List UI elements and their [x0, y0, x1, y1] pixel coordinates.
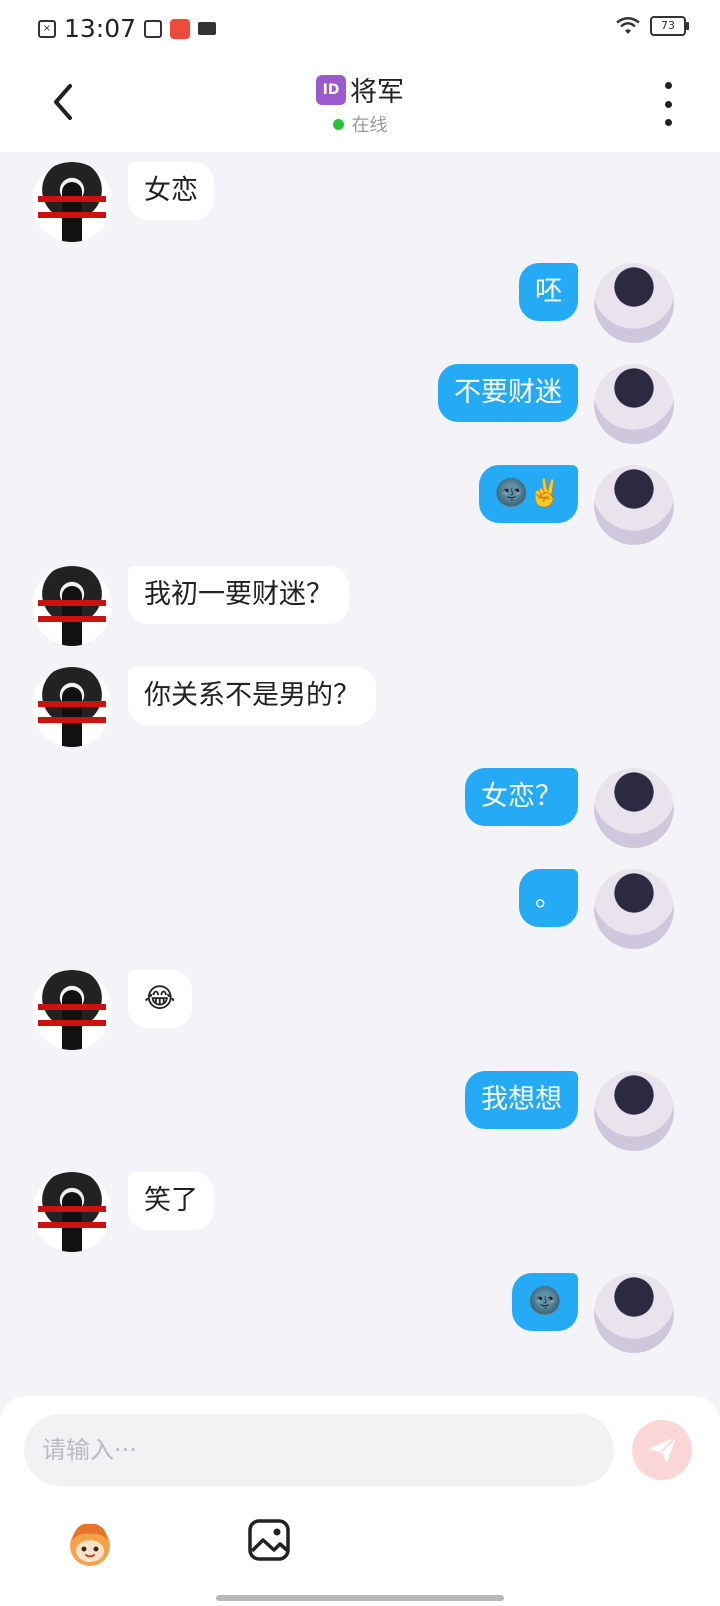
message-bubble-incoming[interactable]: 😂 [128, 970, 192, 1028]
status-left: × 13:07 [38, 14, 217, 43]
online-dot-icon [332, 118, 344, 130]
more-options-button[interactable] [656, 82, 680, 126]
contact-avatar[interactable] [32, 566, 112, 646]
self-avatar[interactable] [594, 263, 674, 343]
message-list[interactable]: 女恋 呸 不要财迷 🌚✌️ 我初一要财迷？ 你关系不是男的？ 女恋？ 。 😂 我… [0, 152, 720, 1392]
chat-header: ID 将军 在线 [0, 56, 720, 152]
sticker-button[interactable] [62, 1518, 118, 1568]
message-row: 你关系不是男的？ [0, 657, 720, 747]
image-button[interactable] [247, 1518, 291, 1562]
home-indicator[interactable] [216, 1595, 504, 1601]
contact-avatar[interactable] [32, 162, 112, 242]
self-avatar[interactable] [594, 465, 674, 545]
wifi-icon [616, 17, 640, 34]
battery-icon: 73 [650, 16, 689, 36]
composer [0, 1396, 720, 1606]
status-bar: × 13:07 73 [0, 0, 720, 56]
status-time: 13:07 [64, 14, 137, 43]
self-avatar[interactable] [594, 1273, 674, 1353]
online-status-text: 在线 [351, 115, 388, 136]
more-dot [664, 100, 672, 108]
message-row: 我初一要财迷？ [0, 556, 720, 646]
online-status: 在线 [332, 111, 388, 137]
id-badge-icon: ID [316, 74, 346, 105]
message-bubble-outgoing[interactable]: 🌚 [512, 1273, 578, 1331]
message-row: 呸 [0, 253, 720, 343]
contact-avatar[interactable] [32, 970, 112, 1050]
message-bubble-outgoing[interactable]: 呸 [519, 263, 578, 321]
contact-avatar[interactable] [32, 667, 112, 747]
message-row: 🌚 [0, 1263, 720, 1353]
more-dot [664, 119, 672, 126]
message-bubble-incoming[interactable]: 我初一要财迷？ [128, 566, 349, 624]
message-bubble-outgoing[interactable]: 不要财迷 [438, 364, 578, 422]
message-row: 笑了 [0, 1162, 720, 1252]
message-bubble-incoming[interactable]: 笑了 [128, 1172, 214, 1230]
self-avatar[interactable] [594, 768, 674, 848]
status-right: 73 [616, 16, 689, 36]
screenshot-icon [144, 19, 163, 38]
contact-avatar[interactable] [32, 1172, 112, 1252]
message-row: 😂 [0, 960, 720, 1050]
video-icon [198, 22, 217, 35]
message-bubble-incoming[interactable]: 你关系不是男的？ [128, 667, 376, 725]
message-bubble-incoming[interactable]: 女恋 [128, 162, 214, 220]
message-bubble-outgoing[interactable]: 我想想 [465, 1071, 578, 1129]
chat-title: 将军 [350, 77, 404, 108]
message-row: 女恋？ [0, 758, 720, 848]
message-row: 不要财迷 [0, 354, 720, 444]
send-icon [648, 1436, 677, 1463]
message-bubble-outgoing[interactable]: 。 [519, 869, 578, 927]
message-input[interactable] [24, 1414, 614, 1486]
message-row: 🌚✌️ [0, 455, 720, 545]
self-avatar[interactable] [594, 869, 674, 949]
title-row: ID 将军 [316, 70, 404, 109]
more-dot [664, 82, 672, 89]
message-bubble-outgoing[interactable]: 🌚✌️ [478, 465, 578, 523]
self-avatar[interactable] [594, 1071, 674, 1151]
message-row: 女恋 [0, 152, 720, 242]
send-button[interactable] [632, 1420, 692, 1480]
message-row: 我想想 [0, 1061, 720, 1151]
message-bubble-outgoing[interactable]: 女恋？ [465, 768, 578, 826]
app-notification-icon [170, 18, 191, 39]
self-avatar[interactable] [594, 364, 674, 444]
message-row: 。 [0, 859, 720, 949]
title-area: ID 将军 在线 [0, 70, 720, 137]
sim-off-icon: × [38, 19, 56, 38]
